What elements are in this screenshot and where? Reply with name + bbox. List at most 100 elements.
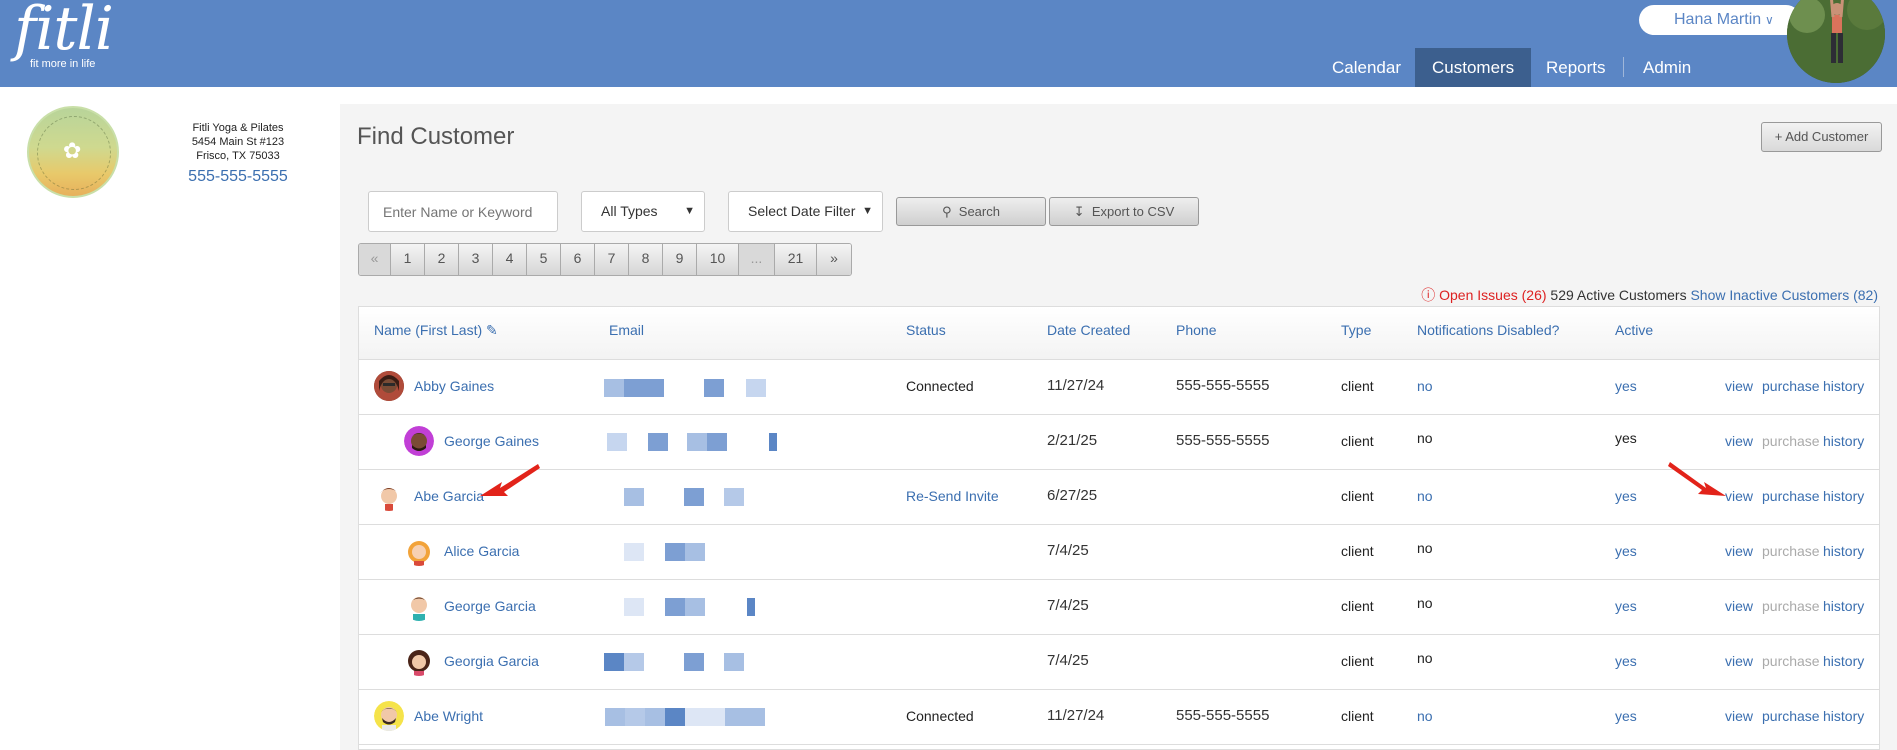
studio-info: Fitli Yoga & Pilates 5454 Main St #123 F… <box>163 121 313 189</box>
fitli-logo[interactable]: fitli fit more in life <box>12 0 114 80</box>
notifications-toggle[interactable]: no <box>1417 488 1433 504</box>
nav-calendar[interactable]: Calendar <box>1332 48 1401 87</box>
customer-name[interactable]: Abe Wright <box>414 708 483 724</box>
type-select[interactable]: All Types ▼ <box>581 191 705 232</box>
page-10[interactable]: 10 <box>697 244 739 275</box>
column-name[interactable]: Name (First Last) ✎ <box>374 322 498 339</box>
page-3[interactable]: 3 <box>459 244 493 275</box>
show-inactive-link[interactable]: Show Inactive Customers (82) <box>1690 287 1878 303</box>
page-21[interactable]: 21 <box>775 244 817 275</box>
view-link[interactable]: view <box>1725 543 1753 559</box>
email-redacted <box>684 653 704 671</box>
email-redacted <box>769 433 777 451</box>
active-toggle[interactable]: yes <box>1615 653 1637 669</box>
active-toggle[interactable]: yes <box>1615 488 1637 504</box>
notifications-toggle[interactable]: no <box>1417 378 1433 394</box>
view-link[interactable]: view <box>1725 598 1753 614</box>
active-toggle[interactable]: yes <box>1615 543 1637 559</box>
resend-invite-link[interactable]: Re-Send Invite <box>906 488 999 504</box>
view-link[interactable]: view <box>1725 708 1753 724</box>
view-link[interactable]: view <box>1725 653 1753 669</box>
search-button[interactable]: ⚲ Search <box>896 197 1046 226</box>
avatar <box>374 701 404 731</box>
view-link[interactable]: view <box>1725 378 1753 394</box>
meditation-icon: ✿ <box>63 138 82 163</box>
purchase-link-disabled: purchase <box>1762 653 1820 669</box>
history-link[interactable]: history <box>1823 708 1864 724</box>
page-prev[interactable]: « <box>359 244 391 275</box>
active-toggle[interactable]: yes <box>1615 708 1637 724</box>
customer-name[interactable]: George Garcia <box>444 598 536 614</box>
nav-admin[interactable]: Admin <box>1643 48 1691 87</box>
email-redacted <box>665 598 685 616</box>
purchase-link[interactable]: purchase <box>1762 378 1820 394</box>
nav-customers[interactable]: Customers <box>1415 48 1532 87</box>
avatar <box>404 591 434 621</box>
column-status[interactable]: Status <box>906 322 946 338</box>
date-created: 11/27/24 <box>1047 377 1105 394</box>
customer-type: client <box>1341 488 1374 504</box>
customer-type: client <box>1341 653 1374 669</box>
nav-reports[interactable]: Reports <box>1546 48 1606 87</box>
column-active[interactable]: Active <box>1615 322 1653 338</box>
customer-name[interactable]: Alice Garcia <box>444 543 519 559</box>
table-row: Alice Garcia 7/4/25 client no yes view p… <box>359 524 1879 580</box>
purchase-link[interactable]: purchase <box>1762 488 1820 504</box>
history-link[interactable]: history <box>1823 378 1864 394</box>
column-email[interactable]: Email <box>609 322 644 338</box>
open-issues-link[interactable]: Open Issues (26) <box>1439 287 1546 303</box>
studio-phone[interactable]: 555-555-5555 <box>163 165 313 189</box>
column-phone[interactable]: Phone <box>1176 322 1216 338</box>
column-type[interactable]: Type <box>1341 322 1371 338</box>
history-link[interactable]: history <box>1823 433 1864 449</box>
active-toggle[interactable]: yes <box>1615 598 1637 614</box>
page-8[interactable]: 8 <box>629 244 663 275</box>
user-menu-button[interactable]: Hana Martin ∨ <box>1639 5 1801 35</box>
email-redacted <box>624 653 644 671</box>
add-customer-button[interactable]: + Add Customer <box>1761 122 1882 152</box>
customer-name[interactable]: Abe Garcia <box>414 488 484 504</box>
page-4[interactable]: 4 <box>493 244 527 275</box>
page-6[interactable]: 6 <box>561 244 595 275</box>
customer-type: client <box>1341 543 1374 559</box>
pagination: « 1 2 3 4 5 6 7 8 9 10 ... 21 » <box>358 243 852 276</box>
page-7[interactable]: 7 <box>595 244 629 275</box>
history-link[interactable]: history <box>1823 488 1864 504</box>
user-avatar[interactable] <box>1787 0 1885 83</box>
page-5[interactable]: 5 <box>527 244 561 275</box>
customer-type: client <box>1341 433 1374 449</box>
email-redacted <box>604 653 624 671</box>
page-9[interactable]: 9 <box>663 244 697 275</box>
view-link[interactable]: view <box>1725 433 1753 449</box>
date-filter-select[interactable]: Select Date Filter ▼ <box>728 191 883 232</box>
customer-name[interactable]: Georgia Garcia <box>444 653 539 669</box>
studio-logo: ✿ <box>27 106 119 198</box>
search-input[interactable] <box>368 191 558 232</box>
email-redacted <box>665 708 685 726</box>
purchase-link[interactable]: purchase <box>1762 708 1820 724</box>
page-next[interactable]: » <box>817 244 851 275</box>
table-row: Abe Garcia Re-Send Invite 6/27/25 client… <box>359 469 1879 525</box>
history-link[interactable]: history <box>1823 543 1864 559</box>
column-notifications-disabled[interactable]: Notifications Disabled? <box>1417 322 1559 338</box>
active-toggle[interactable]: yes <box>1615 378 1637 394</box>
history-link[interactable]: history <box>1823 653 1864 669</box>
email-redacted <box>724 653 744 671</box>
column-date-created[interactable]: Date Created <box>1047 322 1130 338</box>
customer-name[interactable]: Abby Gaines <box>414 378 494 394</box>
customer-name[interactable]: George Gaines <box>444 433 539 449</box>
history-link[interactable]: history <box>1823 598 1864 614</box>
edit-pencil-icon[interactable]: ✎ <box>486 322 498 338</box>
avatar <box>404 426 434 456</box>
date-created: 7/4/25 <box>1047 652 1089 669</box>
export-csv-button[interactable]: ↧ Export to CSV <box>1049 197 1199 226</box>
customer-stats: ⓘ Open Issues (26) 529 Active Customers … <box>1421 285 1878 305</box>
email-redacted <box>665 543 685 561</box>
notifications-toggle[interactable]: no <box>1417 708 1433 724</box>
page-2[interactable]: 2 <box>425 244 459 275</box>
active-customers-count: 529 Active Customers <box>1550 287 1687 303</box>
page-1[interactable]: 1 <box>391 244 425 275</box>
date-filter-value: Select Date Filter <box>748 203 856 219</box>
email-redacted <box>625 708 645 726</box>
view-link[interactable]: view <box>1725 488 1753 504</box>
